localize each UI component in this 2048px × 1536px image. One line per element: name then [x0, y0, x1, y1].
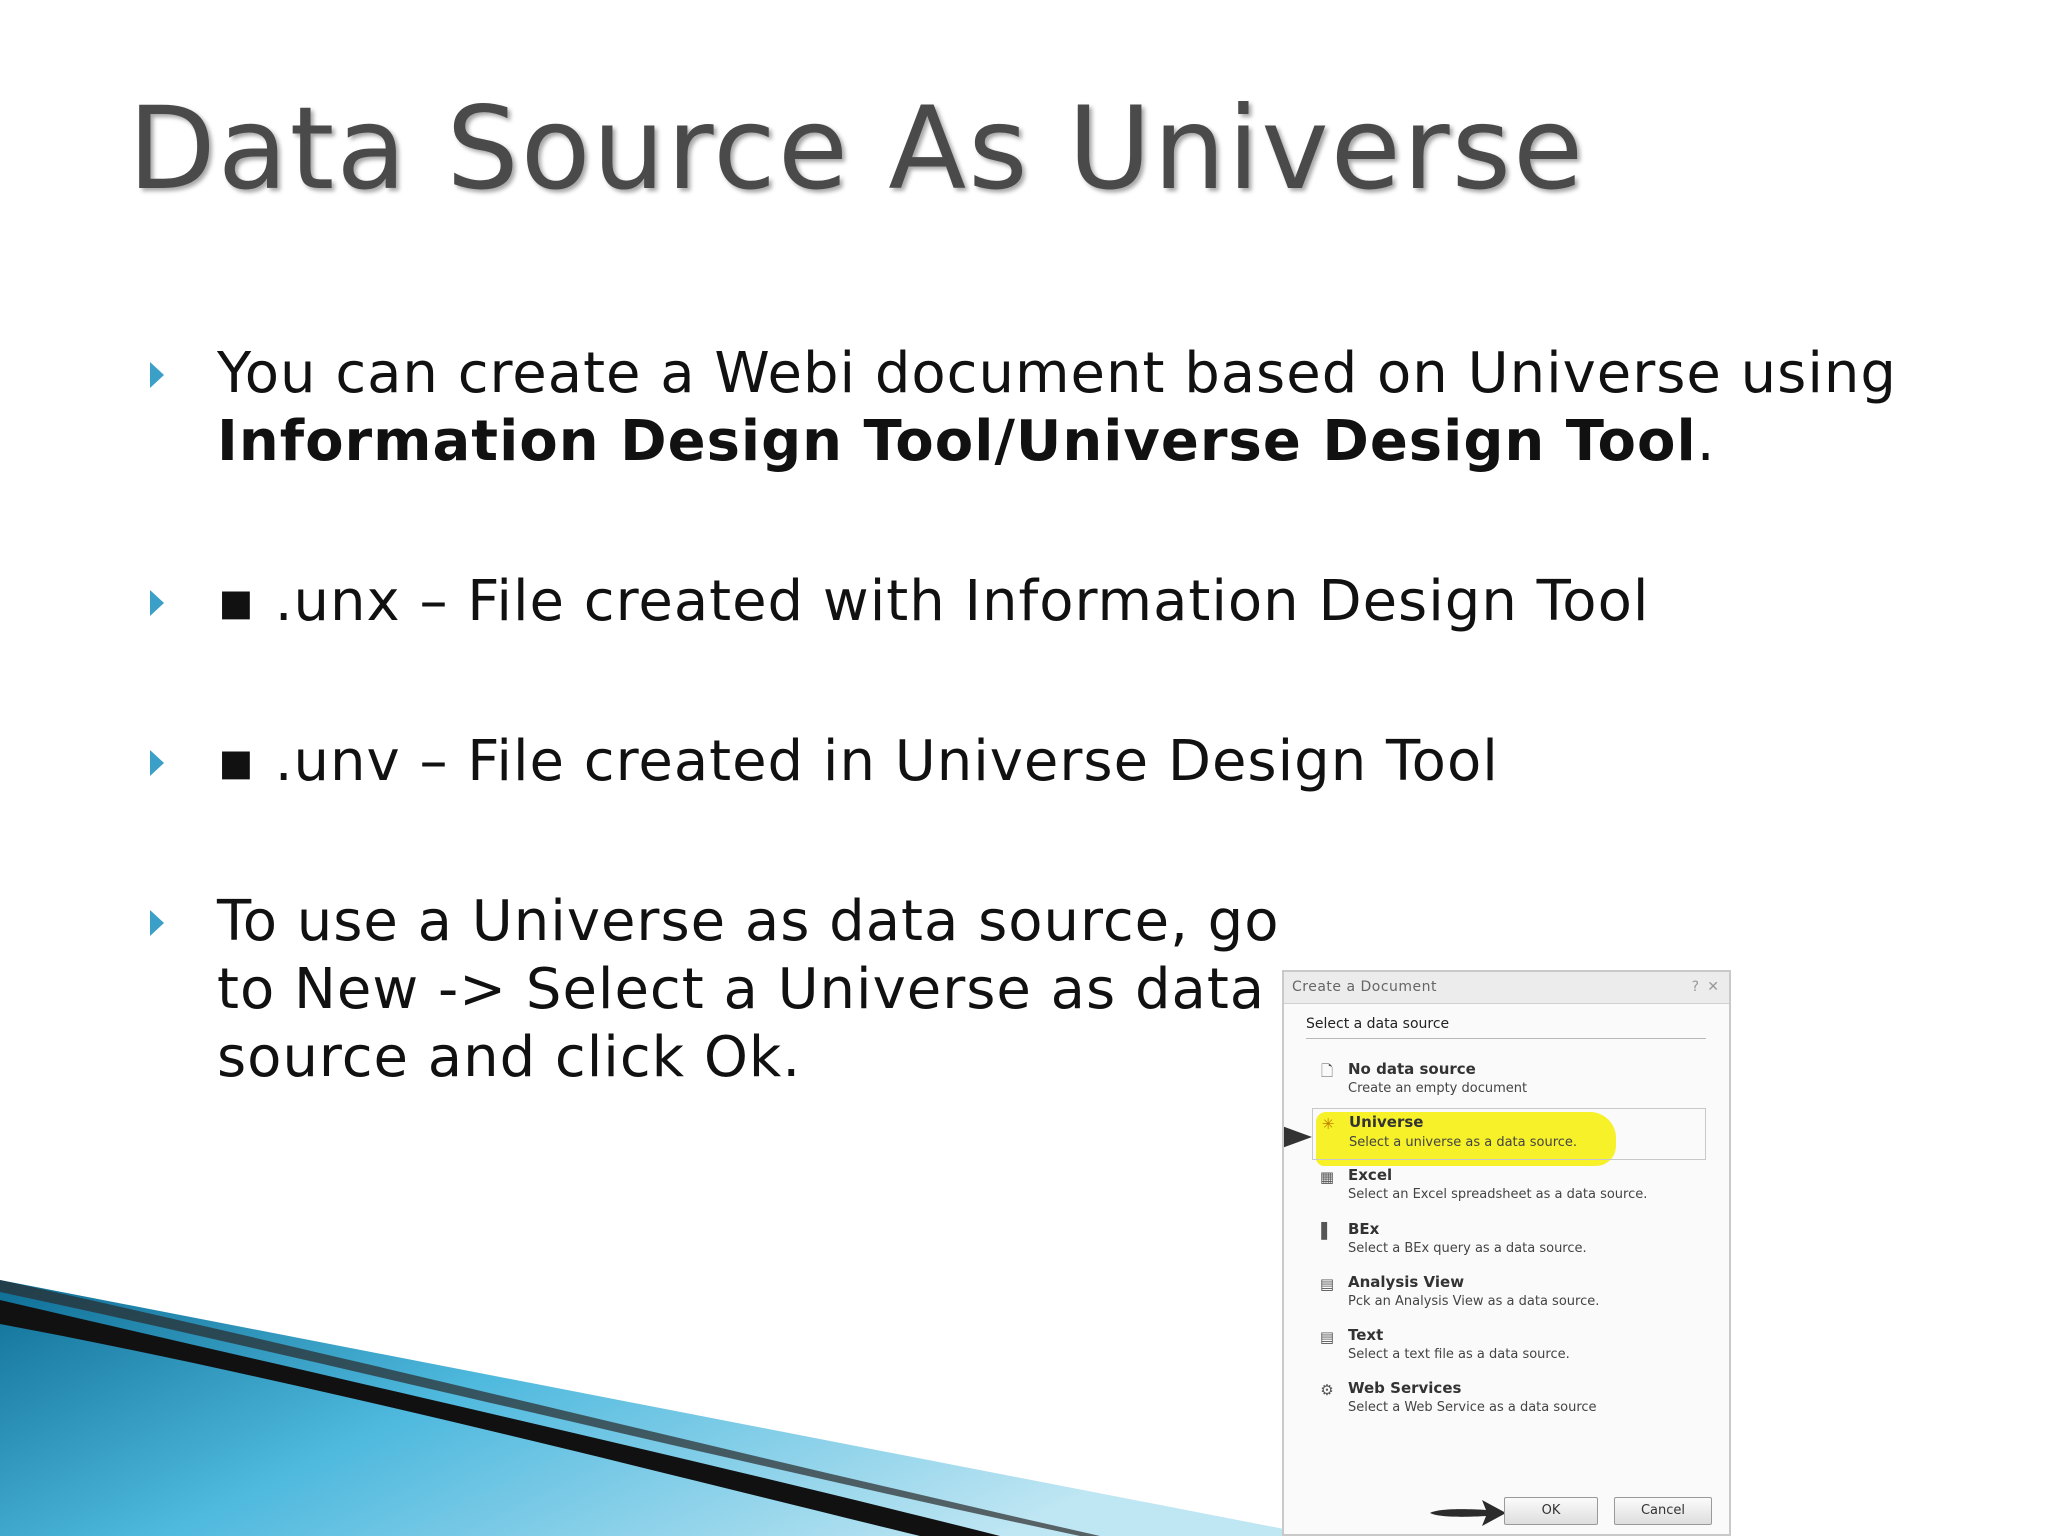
- excel-icon: ▦: [1319, 1168, 1335, 1186]
- option-text[interactable]: ▤ Text Select a text file as a data sour…: [1318, 1326, 1718, 1370]
- pointer-arrow-icon: [1284, 1126, 1312, 1148]
- text-file-icon: ▤: [1319, 1328, 1335, 1346]
- ok-button[interactable]: OK: [1504, 1497, 1598, 1525]
- bullet-arrow-icon: [150, 362, 164, 388]
- dialog-title: Create a Document: [1292, 979, 1438, 995]
- document-icon: 🗋: [1320, 1062, 1334, 1080]
- analysis-view-icon: ▤: [1319, 1275, 1335, 1293]
- close-icon[interactable]: ✕: [1707, 979, 1719, 995]
- bullet-arrow-icon: [150, 590, 164, 616]
- bex-icon: ▌: [1321, 1222, 1333, 1240]
- bullet-text: You can create a Webi document based on …: [217, 340, 1937, 476]
- bullet-text: ▪ .unx – File created with Information D…: [217, 569, 1650, 634]
- bullet-item: To use a Universe as data source, go to …: [150, 888, 1307, 1092]
- bullet-arrow-icon: [150, 910, 164, 936]
- bullet-text-plain: You can create a Webi document based on …: [217, 341, 1897, 406]
- bullet-text: ▪ .unv – File created in Universe Design…: [217, 729, 1499, 794]
- option-analysis-view[interactable]: ▤ Analysis View Pck an Analysis View as …: [1318, 1273, 1718, 1317]
- dialog-titlebar: Create a Document ? ✕: [1284, 972, 1729, 1004]
- option-desc: Pck an Analysis View as a data source.: [1348, 1294, 1600, 1309]
- dialog-subtitle: Select a data source: [1306, 1016, 1450, 1032]
- bullet-text-tail: .: [1696, 409, 1716, 474]
- bullet-arrow-icon: [150, 750, 164, 776]
- option-name: Text: [1348, 1326, 1384, 1344]
- option-name: Universe: [1349, 1113, 1424, 1131]
- create-document-dialog: Create a Document ? ✕ Select a data sour…: [1282, 970, 1731, 1536]
- bullet-text-bold: Information Design Tool/Universe Design …: [217, 409, 1697, 474]
- bullet-item: ▪ .unx – File created with Information D…: [150, 568, 1937, 636]
- decorative-swoosh: [0, 1280, 1320, 1536]
- cancel-button[interactable]: Cancel: [1614, 1497, 1712, 1525]
- option-desc: Select a text file as a data source.: [1348, 1347, 1570, 1362]
- option-name: No data source: [1348, 1060, 1476, 1078]
- web-services-icon: ⚙: [1320, 1381, 1334, 1399]
- help-icon[interactable]: ?: [1692, 979, 1699, 995]
- option-excel[interactable]: ▦ Excel Select an Excel spreadsheet as a…: [1318, 1166, 1718, 1210]
- divider: [1306, 1038, 1706, 1039]
- option-universe[interactable]: ✳ Universe Select a universe as a data s…: [1312, 1108, 1706, 1160]
- bullet-item: ▪ .unv – File created in Universe Design…: [150, 728, 1937, 796]
- option-name: Analysis View: [1348, 1273, 1465, 1291]
- slide-title: Data Source As Universe: [128, 82, 1586, 215]
- option-bex[interactable]: ▌ BEx Select a BEx query as a data sourc…: [1318, 1220, 1718, 1264]
- option-desc: Select an Excel spreadsheet as a data so…: [1348, 1187, 1648, 1202]
- bullet-item: You can create a Webi document based on …: [150, 340, 1937, 476]
- option-desc: Select a universe as a data source.: [1349, 1135, 1578, 1150]
- option-name: Excel: [1348, 1166, 1393, 1184]
- slide: Data Source As Universe You can create a…: [0, 0, 2048, 1536]
- option-desc: Create an empty document: [1348, 1081, 1528, 1096]
- option-desc: Select a BEx query as a data source.: [1348, 1241, 1587, 1256]
- universe-icon: ✳: [1321, 1115, 1335, 1133]
- option-desc: Select a Web Service as a data source: [1348, 1400, 1597, 1415]
- option-name: Web Services: [1348, 1379, 1462, 1397]
- option-web-services[interactable]: ⚙ Web Services Select a Web Service as a…: [1318, 1379, 1718, 1423]
- pointer-arrow-icon: [1430, 1500, 1506, 1526]
- option-name: BEx: [1348, 1220, 1380, 1238]
- bullet-text: To use a Universe as data source, go to …: [217, 889, 1280, 1090]
- option-no-data-source[interactable]: 🗋 No data source Create an empty documen…: [1318, 1060, 1718, 1104]
